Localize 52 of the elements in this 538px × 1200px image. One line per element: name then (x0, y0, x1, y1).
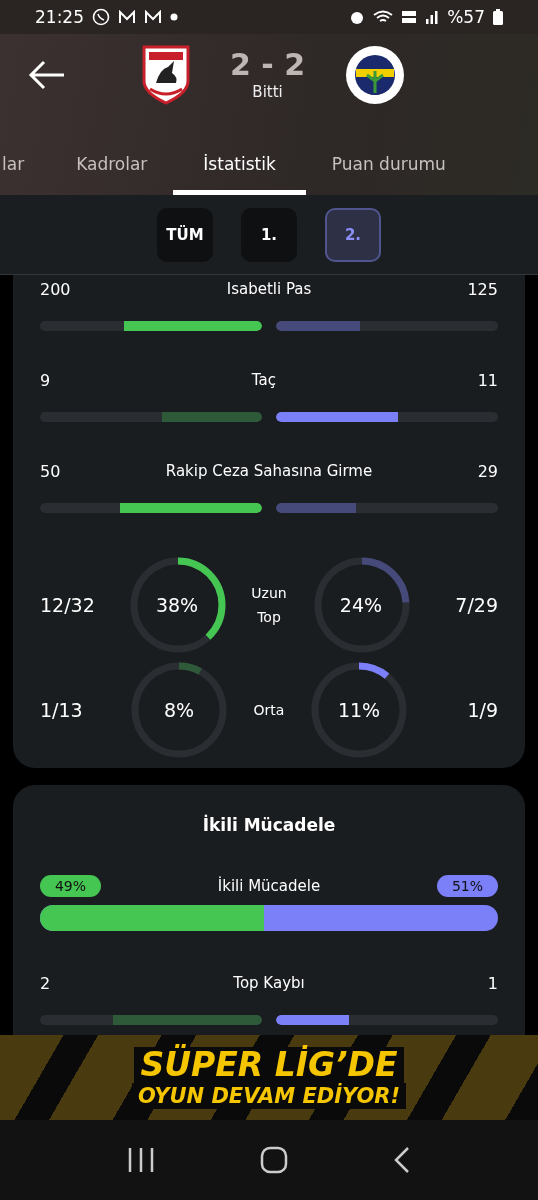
stat-label: Rakip Ceza Sahasına Girme (165, 462, 373, 480)
stat-label: İkili Mücadele (217, 877, 321, 895)
period-filter-button[interactable]: 1. (241, 207, 297, 262)
banner-subline: OYUN DEVAM EDİYOR! (131, 1082, 407, 1109)
promo-banner[interactable]: SÜPER LİG’DE OYUN DEVAM EDİYOR! (0, 1035, 538, 1120)
ring-percent: 11% (337, 698, 381, 721)
stat-label: Isabetli Pas (226, 280, 312, 298)
away-percent-badge: 51% (437, 875, 498, 897)
match-score: 2 - 2 (230, 49, 306, 81)
away-value: 29 (477, 461, 498, 481)
period-filter-button[interactable]: 2. (325, 207, 381, 262)
match-status: Bitti (252, 83, 283, 101)
tab[interactable]: lar (2, 116, 25, 195)
recent-apps-icon[interactable] (127, 1147, 156, 1173)
stat-label: Uzun Top (250, 583, 288, 627)
banner-headline: SÜPER LİG’DE (134, 1046, 404, 1083)
battery-percent: %57 (447, 7, 485, 27)
away-value: 1 (487, 973, 498, 993)
wifi-icon (373, 9, 394, 25)
signal-icon (425, 10, 440, 24)
period-filter-button[interactable]: TÜM (157, 207, 213, 262)
away-value: 11 (477, 370, 498, 390)
ring-percent: 8% (163, 698, 195, 721)
home-value: 200 (40, 279, 71, 299)
chat-icon (92, 8, 110, 26)
battery-icon (493, 9, 503, 25)
home-value: 50 (40, 461, 61, 481)
home-count: 1/13 (40, 698, 84, 721)
away-team-crest-icon (345, 45, 406, 105)
dot-icon (170, 13, 178, 21)
stat-label: Orta (252, 700, 286, 720)
mail-icon (118, 10, 136, 24)
section-title: İkili Mücadele (201, 815, 337, 837)
ring-percent: 38% (155, 593, 199, 616)
away-count: 1/9 (466, 698, 498, 721)
stat-label: Taç (251, 371, 276, 389)
home-icon[interactable] (260, 1146, 288, 1174)
home-team-crest-icon (142, 45, 190, 105)
away-value: 125 (467, 279, 498, 299)
away-count: 7/29 (454, 593, 498, 616)
back-icon[interactable] (392, 1146, 411, 1174)
home-count: 12/32 (40, 593, 96, 616)
status-time: 21:25 (35, 7, 84, 27)
stat-label: Top Kaybı (233, 974, 305, 992)
home-value: 9 (40, 370, 51, 390)
ring-percent: 24% (339, 593, 383, 616)
home-value: 2 (40, 973, 51, 993)
home-percent-badge: 49% (40, 875, 101, 897)
tab[interactable]: Kadrolar (76, 116, 148, 195)
mail-icon (144, 10, 162, 24)
back-arrow-icon[interactable] (28, 60, 66, 90)
tab[interactable]: Puan durumu (331, 116, 446, 195)
